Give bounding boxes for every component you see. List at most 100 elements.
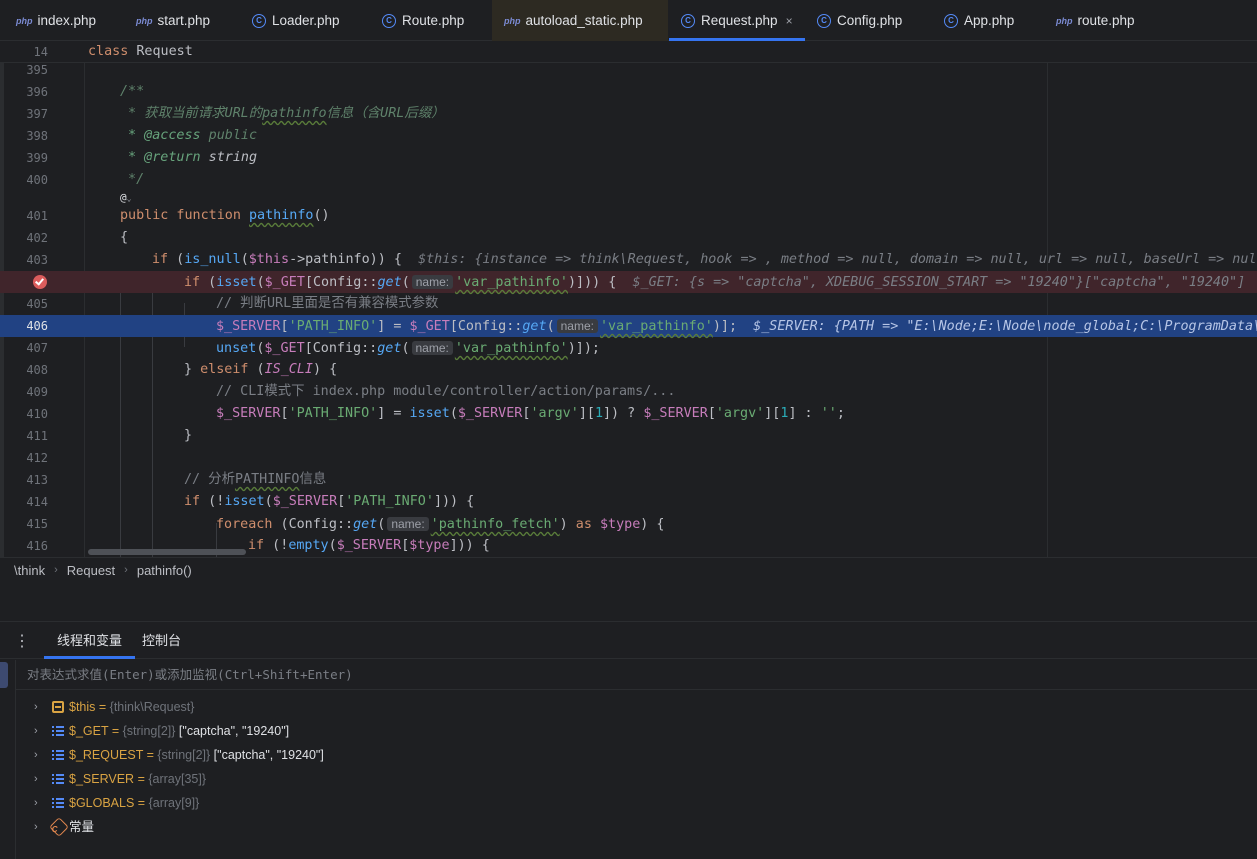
string: 'var_pathinfo' [454,341,568,356]
variable-row[interactable]: › $this = {think\Request} [16,695,1257,719]
more-options-icon[interactable]: ⋮ [14,631,30,651]
doc-comment: pathinfo [262,106,327,121]
line-number: 412 [26,451,48,465]
code-line: 411 } [0,425,1257,447]
breadcrumb-class[interactable]: Request [67,563,115,578]
expand-arrow-icon[interactable]: › [34,695,38,719]
keyword: if [248,538,265,553]
function-call: is_null [184,252,241,267]
line-number: 403 [26,253,48,267]
tab-config-php[interactable]: C Config.php [817,0,902,41]
breadcrumb: \think › Request › pathinfo() [0,557,1257,582]
comment: // 分析 [184,472,235,487]
debug-tab-bar: ⋮ 线程和变量 控制台 [0,622,1257,659]
line-number: 411 [26,429,48,443]
tab-autoload-static-php[interactable]: php autoload_static.php [492,0,668,41]
keyword: foreach [216,517,273,532]
string: 'argv' [530,406,579,421]
sticky-scroll-header[interactable]: 14 class Request [0,41,1257,63]
tab-index-php[interactable]: php index.php [16,0,96,41]
tab-label: Loader.php [272,13,340,28]
variable-name: $GLOBALS [69,796,135,810]
line-number: 409 [26,385,48,399]
expand-arrow-icon[interactable]: › [34,791,38,815]
code-line: 410 $_SERVER['PATH_INFO'] = isset($_SERV… [0,403,1257,425]
variable-row[interactable]: › $_REQUEST = {string[2]} ["captcha", "1… [16,743,1257,767]
class-icon: C [382,13,396,28]
doc-tag: * @return [120,150,201,165]
tab-route-lower-php[interactable]: php route.php [1056,0,1135,41]
code-editor[interactable]: 14 class Request 395 396 /** 397 * 获取当前请… [0,41,1257,557]
line-number: 397 [26,107,48,121]
variable-row[interactable]: › $GLOBALS = {array[9]} [16,791,1257,815]
expand-arrow-icon[interactable]: › [34,719,38,743]
parameter-hint: name: [387,517,429,531]
tab-console[interactable]: 控制台 [142,622,181,659]
expand-arrow-icon[interactable]: › [34,767,38,791]
inline-debug-value[interactable]: $this: {instance => think\Request, hook … [418,252,1257,267]
variable-row[interactable]: › 常量 [16,815,1257,839]
constant-icon [49,817,69,837]
ai-annotation-icon[interactable]: @⌄ [120,191,131,205]
string: 'PATH_INFO' [345,494,434,509]
tab-request-php[interactable]: C Request.php × [669,0,805,41]
line-number: 14 [33,45,48,59]
inline-debug-value[interactable]: $_GET: {s => "captcha", XDEBUG_SESSION_S… [632,275,1245,290]
comment: PATHINFO [234,472,300,487]
panel-divider[interactable] [0,582,1257,622]
function-call: get [377,275,402,290]
tab-start-php[interactable]: php start.php [136,0,210,41]
php-file-icon: php [504,15,521,26]
tab-label: Request.php [701,13,778,28]
keyword: if [152,252,169,267]
string: 'argv' [715,406,765,421]
debug-panel: ⋮ 线程和变量 控制台 对表达式求值(Enter)或添加监视(Ctrl+Shif… [0,622,1257,859]
class-icon: C [817,13,831,28]
parameter-hint: name: [556,319,598,333]
variable-type: {string[2]} [122,724,176,738]
array-icon [52,749,64,761]
function-call: get [353,517,378,532]
tab-route-php[interactable]: C Route.php [382,0,464,41]
php-file-icon: php [1056,15,1073,26]
parameter-hint: name: [411,341,453,355]
variable: $this [248,252,290,267]
inline-debug-value[interactable]: $_SERVER: {PATH => "E:\Node;E:\Node\node… [753,319,1257,334]
close-tab-icon[interactable]: × [786,14,793,28]
line-number: 407 [26,341,48,355]
tab-label: start.php [157,13,211,28]
variable: $_SERVER [336,538,402,553]
doc-comment: /** [120,84,145,99]
string: '' [820,406,837,421]
keyword: if [184,275,201,290]
keyword: elseif [200,362,249,377]
current-execution-line: 406 $_SERVER['PATH_INFO'] = $_GET[Config… [0,315,1257,337]
line-number: 401 [26,209,48,223]
tab-threads-variables[interactable]: 线程和变量 [43,622,136,659]
variable-name: $_SERVER [69,772,135,786]
function-call: empty [288,538,329,553]
breadcrumb-namespace[interactable]: \think [14,563,45,578]
horizontal-scrollbar[interactable] [88,549,246,555]
class-name: Request [136,44,193,59]
equals-sign: = [95,700,110,714]
variable: $_GET [264,341,305,356]
variable-name: $this [69,700,96,714]
php-file-icon: php [16,15,33,26]
variable-row[interactable]: › $_GET = {string[2]} ["captcha", "19240… [16,719,1257,743]
expand-arrow-icon[interactable]: › [34,743,38,767]
expand-arrow-icon[interactable]: › [34,815,38,839]
code-line: 407 unset($_GET[Config::get(name:'var_pa… [0,337,1257,359]
variable-name: 常量 [69,820,95,834]
breadcrumb-method[interactable]: pathinfo() [137,563,192,578]
tab-loader-php[interactable]: C Loader.php [252,0,340,41]
class-name: Config [288,517,337,532]
evaluate-expression-input[interactable]: 对表达式求值(Enter)或添加监视(Ctrl+Shift+Enter) [16,660,1257,690]
tab-app-php[interactable]: C App.php [944,0,1014,41]
tab-label: Config.php [837,13,903,28]
breakpoint-icon[interactable] [33,275,47,289]
class-name: Config [313,275,362,290]
code-line: 412 [0,447,1257,469]
equals-sign: = [108,724,123,738]
variable-row[interactable]: › $_SERVER = {array[35]} [16,767,1257,791]
